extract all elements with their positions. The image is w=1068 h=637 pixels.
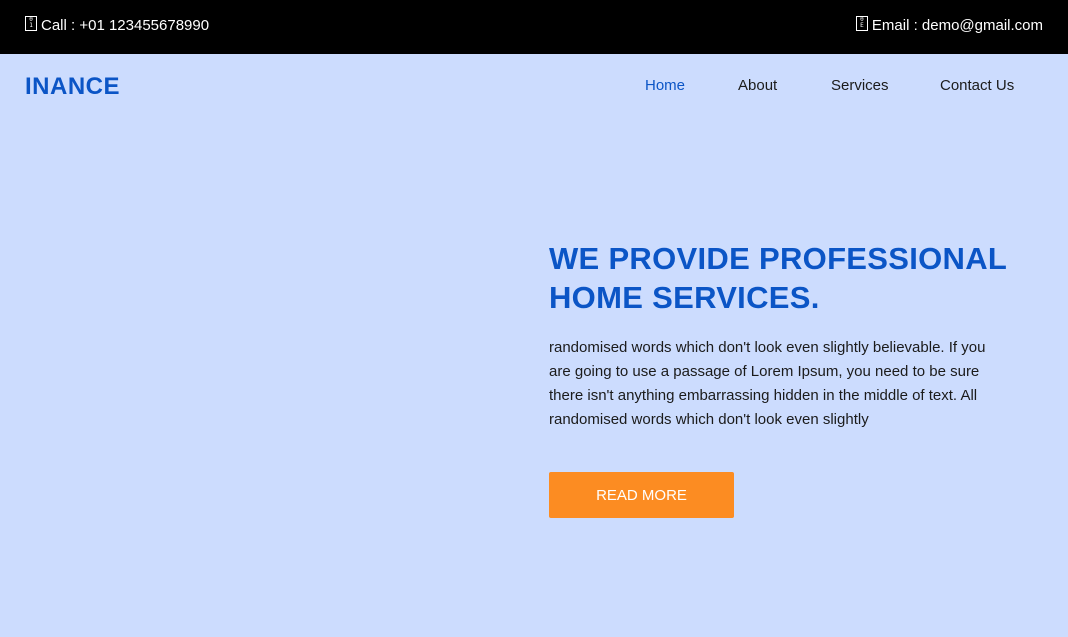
nav-item-home[interactable]: Home <box>645 77 685 94</box>
brand-logo[interactable]: INANCE <box>25 73 120 101</box>
email-contact[interactable]: 0E Email : demo@gmail.com <box>855 16 1043 34</box>
call-contact[interactable]: 01 Call : +01 123455678990 <box>25 16 210 34</box>
phone-icon: 01 <box>25 16 37 31</box>
envelope-icon: 0E <box>855 16 868 31</box>
hero-title: WE PROVIDE PROFESSIONAL HOME SERVICES. <box>549 241 1007 315</box>
nav-item-services[interactable]: Services <box>831 77 889 94</box>
top-contact-bar: 01 Call : +01 123455678990 0E Email : de… <box>0 0 1068 54</box>
email-text: Email : demo@gmail.com <box>871 17 1043 34</box>
hero-description: randomised words which don't look even s… <box>549 339 986 428</box>
call-text: Call : +01 123455678990 <box>41 17 210 34</box>
read-more-button[interactable]: READ MORE <box>549 472 734 518</box>
nav-item-contact-us[interactable]: Contact Us <box>940 77 1014 94</box>
nav-item-about[interactable]: About <box>738 77 777 94</box>
